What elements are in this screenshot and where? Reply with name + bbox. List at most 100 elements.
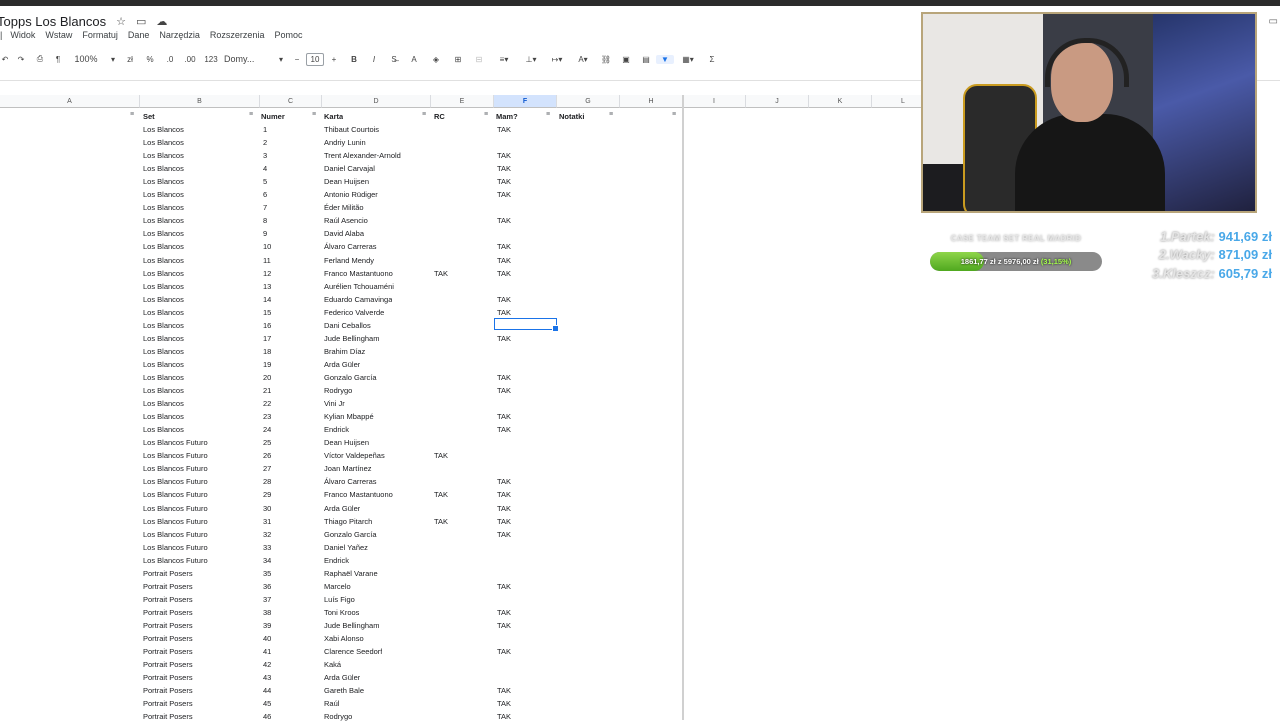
cell-mam[interactable]: TAK [497, 580, 511, 593]
vertical-align-icon[interactable]: ⊥▾ [518, 55, 544, 64]
cell-numer[interactable]: 27 [263, 462, 271, 475]
paint-format-icon[interactable]: ¶ [50, 55, 66, 64]
cell-numer[interactable]: 14 [263, 293, 271, 306]
cell-numer[interactable]: 25 [263, 436, 271, 449]
column-header-c[interactable]: C [260, 95, 322, 108]
cell-set[interactable]: Portrait Posers [143, 684, 193, 697]
cell-numer[interactable]: 32 [263, 528, 271, 541]
cell-numer[interactable]: 6 [263, 188, 267, 201]
cell-karta[interactable]: Álvaro Carreras [324, 475, 377, 488]
cell-mam[interactable]: TAK [497, 175, 511, 188]
currency-icon[interactable]: zł [120, 55, 140, 64]
column-header-d[interactable]: D [322, 95, 431, 108]
cell-karta[interactable]: Ferland Mendy [324, 254, 374, 267]
font-select[interactable]: Domy... [222, 54, 274, 64]
cell-karta[interactable]: Toni Kroos [324, 606, 359, 619]
cell-karta[interactable]: Arda Güler [324, 358, 360, 371]
cell-numer[interactable]: 29 [263, 488, 271, 501]
cell-numer[interactable]: 11 [263, 254, 271, 267]
cell-karta[interactable]: Dani Ceballos [324, 319, 371, 332]
cell-karta[interactable]: Franco Mastantuono [324, 267, 393, 280]
side-panel-icon[interactable]: ▭ [1269, 16, 1278, 27]
cell-karta[interactable]: Gonzalo García [324, 371, 377, 384]
cell-mam[interactable]: TAK [497, 293, 511, 306]
cell-mam[interactable]: TAK [497, 332, 511, 345]
cell-numer[interactable]: 23 [263, 410, 271, 423]
cell-karta[interactable]: Andriy Lunin [324, 136, 366, 149]
cloud-icon[interactable]: ☁ [156, 15, 167, 28]
header-numer[interactable]: Numer [261, 110, 285, 123]
print-icon[interactable]: ⎙ [30, 54, 50, 64]
cell-numer[interactable]: 42 [263, 658, 271, 671]
cell-set[interactable]: Portrait Posers [143, 619, 193, 632]
cell-set[interactable]: Portrait Posers [143, 710, 193, 723]
cell-numer[interactable]: 30 [263, 502, 271, 515]
menu-narzedzia[interactable]: Narzędzia [159, 30, 200, 40]
column-header-k[interactable]: K [809, 95, 872, 108]
cell-numer[interactable]: 16 [263, 319, 271, 332]
folder-icon[interactable]: ▭ [136, 15, 146, 28]
cell-karta[interactable]: Rodrygo [324, 710, 352, 723]
cell-mam[interactable]: TAK [497, 123, 511, 136]
cell-numer[interactable]: 35 [263, 567, 271, 580]
cell-set[interactable]: Los Blancos [143, 136, 184, 149]
cell-set[interactable]: Los Blancos Futuro [143, 502, 208, 515]
merge-cells-icon[interactable]: ⊟ [468, 55, 490, 64]
cell-karta[interactable]: Kaká [324, 658, 341, 671]
borders-icon[interactable]: ⊞ [448, 55, 468, 64]
cell-mam[interactable]: TAK [497, 684, 511, 697]
cell-karta[interactable]: Trent Alexander-Arnold [324, 149, 401, 162]
cell-karta[interactable]: Jude Bellingham [324, 332, 379, 345]
cell-numer[interactable]: 2 [263, 136, 267, 149]
chevron-down-icon[interactable]: ▾ [274, 55, 288, 64]
cell-set[interactable]: Los Blancos [143, 384, 184, 397]
italic-button[interactable]: I [364, 55, 384, 64]
cell-karta[interactable]: Kylian Mbappé [324, 410, 374, 423]
cell-karta[interactable]: Thibaut Courtois [324, 123, 379, 136]
cell-mam[interactable]: TAK [497, 254, 511, 267]
cell-karta[interactable]: Raúl [324, 697, 339, 710]
cell-karta[interactable]: Clarence Seedorf [324, 645, 382, 658]
header-set[interactable]: Set [143, 110, 155, 123]
cell-karta[interactable]: Raúl Asencio [324, 214, 368, 227]
text-color-icon[interactable]: A [404, 55, 424, 64]
cell-set[interactable]: Los Blancos [143, 267, 184, 280]
cell-set[interactable]: Los Blancos [143, 201, 184, 214]
cell-numer[interactable]: 13 [263, 280, 271, 293]
cell-karta[interactable]: Álvaro Carreras [324, 240, 377, 253]
cell-mam[interactable]: TAK [497, 267, 511, 280]
cell-karta[interactable]: David Alaba [324, 227, 364, 240]
functions-button[interactable]: Σ [702, 55, 722, 64]
cell-numer[interactable]: 26 [263, 449, 271, 462]
cell-numer[interactable]: 21 [263, 384, 271, 397]
cell-mam[interactable]: TAK [497, 162, 511, 175]
cell-set[interactable]: Portrait Posers [143, 658, 193, 671]
menu-widok[interactable]: Widok [10, 30, 35, 40]
selected-cell[interactable] [494, 318, 559, 332]
cell-set[interactable]: Portrait Posers [143, 697, 193, 710]
cell-karta[interactable]: Aurélien Tchouaméni [324, 280, 394, 293]
cell-set[interactable]: Portrait Posers [143, 632, 193, 645]
column-header-a[interactable]: A [0, 95, 140, 108]
cell-karta[interactable]: Vini Jr [324, 397, 345, 410]
more-formats-button[interactable]: 123 [200, 55, 222, 64]
cell-set[interactable]: Los Blancos Futuro [143, 554, 208, 567]
cell-karta[interactable]: Thiago Pitarch [324, 515, 372, 528]
cell-karta[interactable]: Éder Militão [324, 201, 364, 214]
increase-font-icon[interactable]: + [324, 55, 344, 64]
cell-mam[interactable]: TAK [497, 475, 511, 488]
cell-set[interactable]: Portrait Posers [143, 645, 193, 658]
column-header-j[interactable]: J [746, 95, 809, 108]
link-icon[interactable]: ⛓ [596, 55, 616, 64]
chart-icon[interactable]: ▤ [636, 55, 656, 64]
cell-mam[interactable]: TAK [497, 619, 511, 632]
filter-icon[interactable]: ≡ [672, 111, 676, 118]
cell-numer[interactable]: 10 [263, 240, 271, 253]
cell-set[interactable]: Los Blancos Futuro [143, 515, 208, 528]
cell-rc[interactable]: TAK [434, 267, 448, 280]
filter-icon[interactable]: ≡ [130, 111, 134, 118]
redo-icon[interactable]: ↷ [12, 55, 30, 64]
cell-karta[interactable]: Antonio Rüdiger [324, 188, 378, 201]
cell-mam[interactable]: TAK [497, 515, 511, 528]
cell-set[interactable]: Los Blancos [143, 254, 184, 267]
